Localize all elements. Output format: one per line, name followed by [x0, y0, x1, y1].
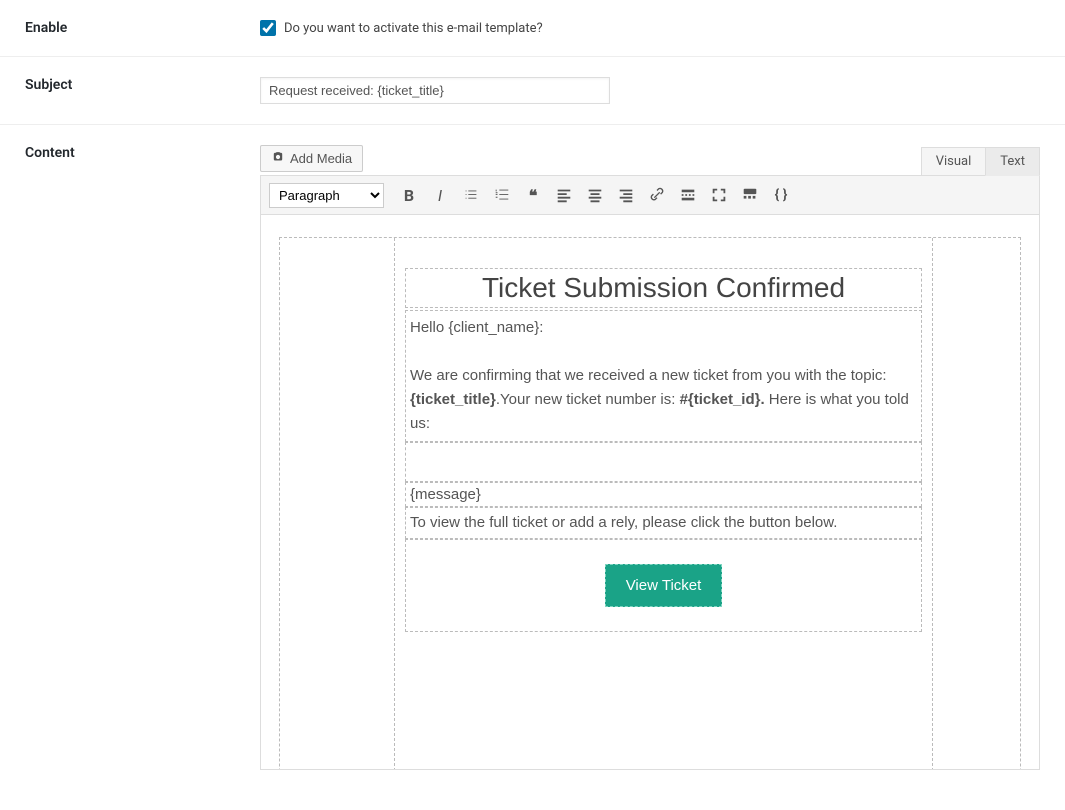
content-label: Content	[25, 145, 260, 161]
italic-icon[interactable]: I	[426, 181, 454, 209]
email-message: {message}	[405, 482, 922, 507]
email-outer-table: Ticket Submission Confirmed Hello {clien…	[279, 237, 1021, 770]
read-more-icon[interactable]	[674, 181, 702, 209]
bullet-list-icon[interactable]	[457, 181, 485, 209]
enable-label: Enable	[25, 20, 260, 36]
enable-row: Enable Do you want to activate this e-ma…	[0, 0, 1065, 57]
email-greeting-cell: Hello {client_name}: We are confirming t…	[405, 310, 922, 442]
email-button-cell: View Ticket	[405, 539, 922, 632]
enable-checkbox[interactable]	[260, 20, 276, 36]
braces-icon[interactable]: { }	[767, 181, 795, 209]
align-left-icon[interactable]	[550, 181, 578, 209]
toolbar-toggle-icon[interactable]	[736, 181, 764, 209]
email-heading: Ticket Submission Confirmed	[405, 268, 922, 308]
subject-label: Subject	[25, 77, 260, 93]
content-row: Content Add Media Visual Text Paragraph	[0, 125, 1065, 790]
email-greeting: Hello {client_name}:	[410, 316, 917, 340]
email-footer: To view the full ticket or add a rely, p…	[405, 507, 922, 539]
email-body: We are confirming that we received a new…	[410, 364, 917, 436]
email-right-spacer	[932, 238, 1020, 770]
numbered-list-icon[interactable]	[488, 181, 516, 209]
enable-checkbox-wrap[interactable]: Do you want to activate this e-mail temp…	[260, 20, 1040, 36]
email-spacer	[405, 442, 922, 482]
view-ticket-button[interactable]: View Ticket	[605, 564, 723, 607]
email-left-spacer	[280, 238, 395, 770]
editor-content-area[interactable]: Ticket Submission Confirmed Hello {clien…	[260, 215, 1040, 770]
fullscreen-icon[interactable]	[705, 181, 733, 209]
enable-checkbox-text: Do you want to activate this e-mail temp…	[284, 21, 543, 36]
blockquote-icon[interactable]: ❝	[519, 181, 547, 209]
align-center-icon[interactable]	[581, 181, 609, 209]
tab-text[interactable]: Text	[985, 147, 1040, 176]
editor-toolbar: Paragraph B I ❝	[260, 175, 1040, 215]
align-right-icon[interactable]	[612, 181, 640, 209]
tab-visual[interactable]: Visual	[921, 147, 987, 176]
link-icon[interactable]	[643, 181, 671, 209]
subject-input[interactable]	[260, 77, 610, 104]
subject-row: Subject	[0, 57, 1065, 125]
format-select[interactable]: Paragraph	[269, 183, 384, 208]
bold-icon[interactable]: B	[395, 181, 423, 209]
